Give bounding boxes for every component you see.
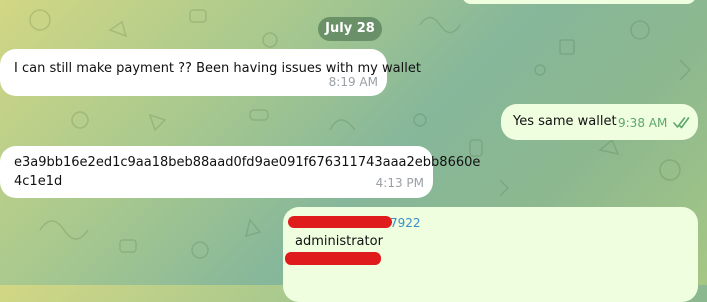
- previous-outgoing-bubble[interactable]: [462, 0, 696, 4]
- double-check-read-icon: [673, 116, 691, 129]
- message-bubble-incoming[interactable]: e3a9bb16e2ed1c9aa18beb88aad0fd9ae091f676…: [0, 146, 480, 198]
- message-time: 9:38 AM: [618, 116, 668, 130]
- message-text-line-1: e3a9bb16e2ed1c9aa18beb88aad0fd9ae091f676…: [14, 155, 481, 170]
- redaction-bar: [285, 252, 381, 265]
- message-bubble-incoming[interactable]: I can still make payment ?? Been having …: [0, 49, 421, 96]
- message-text-line-2: 4c1e1d: [14, 174, 63, 189]
- message-time: 4:13 PM: [375, 176, 424, 190]
- redaction-bar: [288, 216, 392, 228]
- message-bubble-outgoing[interactable]: 7922 administrator: [283, 207, 698, 302]
- date-separator: July 28: [318, 17, 382, 41]
- message-time: 8:19 AM: [328, 75, 378, 89]
- message-text: Yes same wallet: [513, 114, 617, 129]
- message-bubble-outgoing[interactable]: Yes same wallet 9:38 AM: [501, 104, 698, 140]
- sender-phone-suffix: 7922: [390, 216, 421, 230]
- message-text: administrator: [295, 234, 383, 249]
